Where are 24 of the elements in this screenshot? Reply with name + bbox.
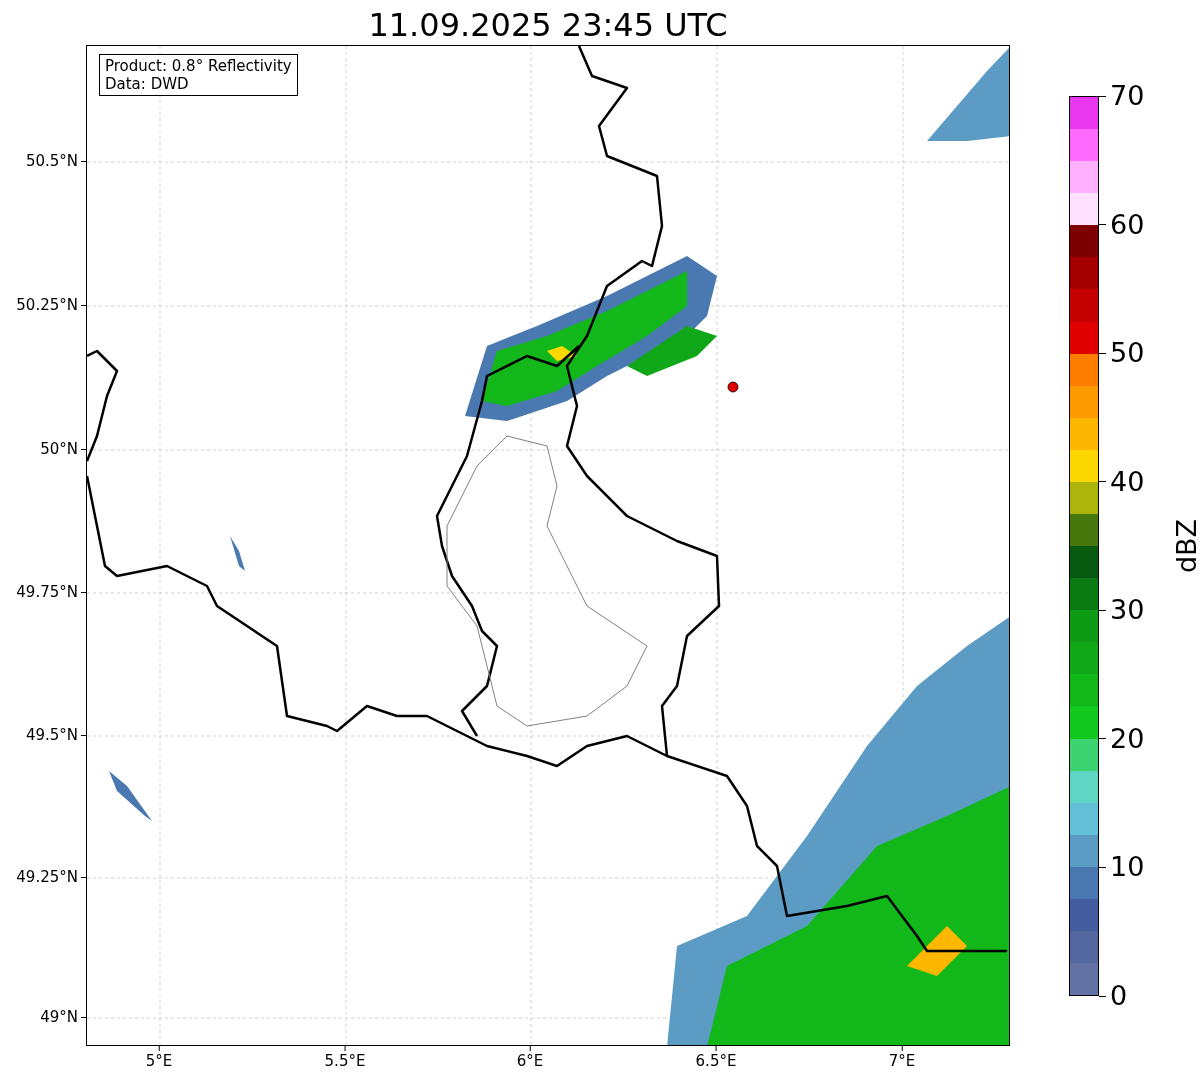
latitude-label: 49.5°N xyxy=(25,725,79,745)
longitude-label: 6°E xyxy=(516,1051,544,1071)
colorbar-tick-label: 50 xyxy=(1109,337,1145,370)
legend-text: Product: 0.8° Reflectivity xyxy=(105,57,292,75)
longitude-label: 7°E xyxy=(888,1051,916,1071)
longitude-label: 5.5°E xyxy=(324,1051,366,1071)
latitude-label: 50.5°N xyxy=(25,151,79,171)
colorbar-tick-label: 0 xyxy=(1109,980,1128,1012)
colorbar-tick-label: 30 xyxy=(1109,594,1145,627)
latitude-label: 49°N xyxy=(40,1007,79,1027)
legend-text: Data: DWD xyxy=(105,75,190,93)
longitude-label: 6.5°E xyxy=(695,1051,737,1071)
latitude-label: 49.75°N xyxy=(16,582,79,602)
latitude-label: 50.25°N xyxy=(16,295,79,315)
chart-title: 11.09.2025 23:45 UTC xyxy=(367,5,729,45)
colorbar-tick-label: 60 xyxy=(1109,208,1145,241)
longitude-label: 5°E xyxy=(145,1051,173,1071)
colorbar-tick-label: 20 xyxy=(1109,722,1145,755)
latitude-label: 50°N xyxy=(40,439,79,459)
colorbar-tick-label: 70 xyxy=(1109,80,1145,112)
latitude-label: 49.25°N xyxy=(16,867,79,887)
colorbar-tick-label: 10 xyxy=(1109,851,1145,884)
colorbar-tick-label: 40 xyxy=(1109,465,1145,498)
colorbar-axis-label: dBZ xyxy=(1171,518,1202,574)
